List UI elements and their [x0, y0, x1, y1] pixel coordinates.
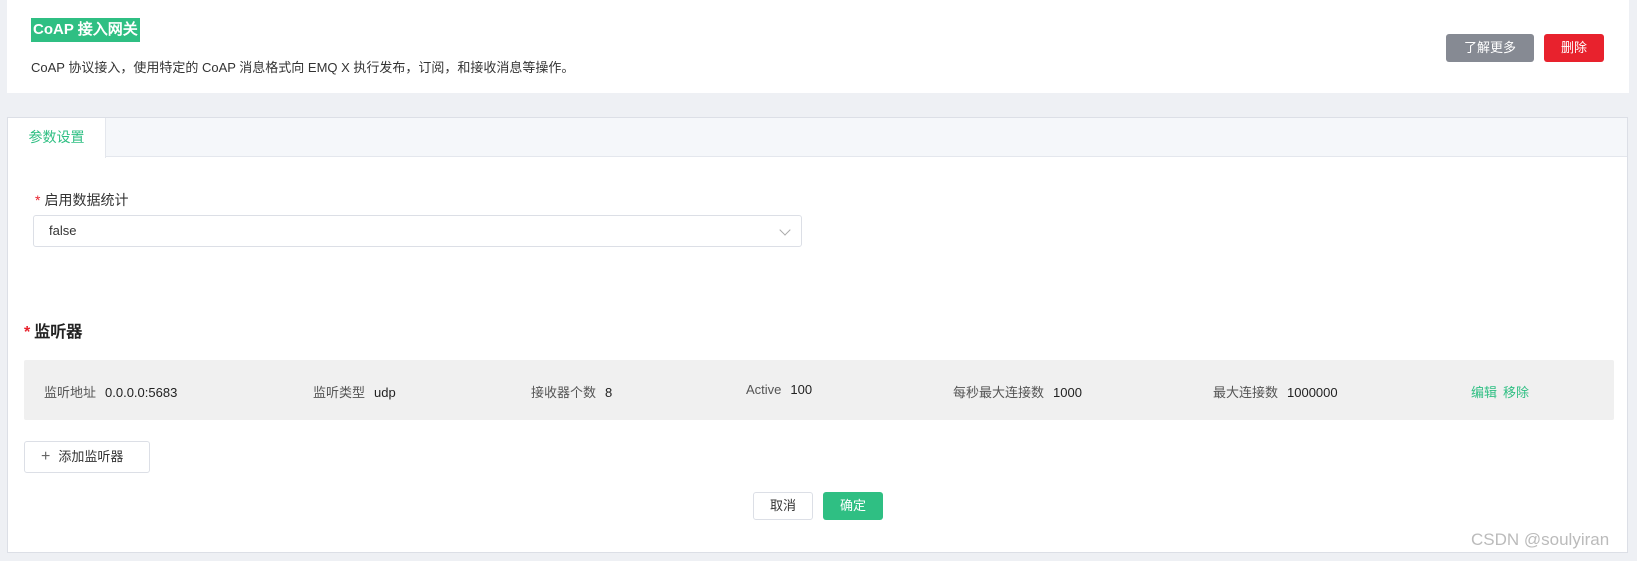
acceptors-label: 接收器个数	[531, 385, 597, 400]
listener-acceptors: 接收器个数 8	[531, 382, 612, 401]
stats-field-label: * 启用数据统计	[35, 190, 128, 210]
listener-address: 监听地址 0.0.0.0:5683	[44, 382, 177, 401]
max-conn-label: 最大连接数	[1213, 385, 1279, 400]
active-value: 100	[790, 382, 813, 397]
page-description: CoAP 协议接入，使用特定的 CoAP 消息格式向 EMQ X 执行发布，订阅…	[31, 60, 575, 75]
add-listener-button[interactable]: + 添加监听器	[24, 441, 150, 473]
tab-settings[interactable]: 参数设置	[8, 118, 106, 158]
listeners-section-title: * 监听器	[24, 318, 82, 342]
add-listener-label: 添加监听器	[58, 449, 124, 464]
tabs-bar: 参数设置	[8, 118, 1627, 158]
listener-max-rate: 每秒最大连接数 1000	[953, 382, 1082, 401]
required-mark: *	[24, 324, 31, 341]
listener-active: Active 100	[746, 382, 812, 397]
cancel-button[interactable]: 取消	[753, 492, 813, 520]
learn-more-button[interactable]: 了解更多	[1446, 34, 1534, 62]
plus-icon: +	[41, 448, 51, 465]
remove-listener-link[interactable]: 移除	[1503, 382, 1529, 401]
required-mark: *	[35, 192, 41, 208]
gateway-header: CoAP 接入网关 CoAP 协议接入，使用特定的 CoAP 消息格式向 EMQ…	[7, 0, 1629, 93]
chevron-down-icon	[779, 224, 791, 236]
listener-row: 监听地址 0.0.0.0:5683 监听类型 udp 接收器个数 8 Active 10…	[24, 360, 1614, 420]
listener-type: 监听类型 udp	[313, 382, 396, 401]
address-value: 0.0.0.0:5683	[105, 385, 178, 400]
address-label: 监听地址	[44, 385, 97, 400]
edit-listener-link[interactable]: 编辑	[1471, 382, 1497, 401]
active-label: Active	[746, 382, 782, 397]
stats-select-value: false	[49, 223, 77, 238]
stats-label-text: 启用数据统计	[44, 192, 129, 208]
type-label: 监听类型	[313, 385, 366, 400]
confirm-button[interactable]: 确定	[823, 492, 883, 520]
listeners-title-text: 监听器	[34, 324, 83, 341]
listener-max-conn: 最大连接数 1000000	[1213, 382, 1338, 401]
stats-select[interactable]: false	[33, 215, 802, 247]
settings-card: 参数设置 * 启用数据统计 false * 监听器 监听地址 0.0.0.0:5683…	[7, 117, 1628, 553]
max-conn-value: 1000000	[1287, 385, 1338, 400]
max-rate-label: 每秒最大连接数	[953, 385, 1045, 400]
watermark: CSDN @soulyiran	[1471, 530, 1610, 549]
delete-button[interactable]: 删除	[1544, 34, 1604, 62]
acceptors-value: 8	[605, 385, 613, 400]
max-rate-value: 1000	[1053, 385, 1082, 400]
type-value: udp	[374, 385, 396, 400]
page-title: CoAP 接入网关	[31, 18, 140, 42]
